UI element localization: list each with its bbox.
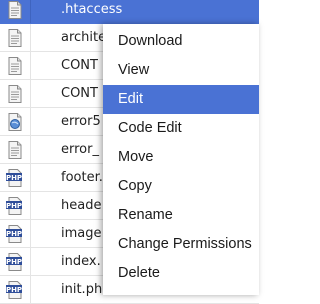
menu-item-change-permissions[interactable]: Change Permissions [103, 230, 259, 259]
menu-item-download[interactable]: Download [103, 27, 259, 56]
menu-item-move[interactable]: Move [103, 143, 259, 172]
menu-item-rename[interactable]: Rename [103, 201, 259, 230]
icon-cell: PHP [0, 276, 31, 303]
text-file-icon [8, 85, 22, 103]
php-file-icon: PHP [6, 197, 22, 215]
text-file-icon [8, 57, 22, 75]
icon-cell [0, 24, 31, 51]
file-name: archite [61, 30, 107, 45]
file-name: footer. [61, 170, 103, 185]
icon-cell [0, 0, 31, 23]
icon-cell: PHP [0, 192, 31, 219]
icon-cell [0, 108, 31, 135]
menu-item-edit[interactable]: Edit [103, 85, 259, 114]
file-name: .htaccess [61, 2, 123, 17]
file-name: error_ [61, 142, 99, 157]
file-name: CONT [61, 86, 98, 101]
icon-cell: PHP [0, 248, 31, 275]
php-file-icon: PHP [6, 225, 22, 243]
php-file-icon: PHP [6, 253, 22, 271]
menu-item-copy[interactable]: Copy [103, 172, 259, 201]
file-name: image [61, 226, 102, 241]
icon-cell [0, 52, 31, 79]
php-file-icon: PHP [6, 169, 22, 187]
file-row[interactable]: .htaccess [0, 0, 259, 24]
error-page-icon [8, 113, 22, 131]
php-badge-text: PHP [6, 230, 22, 238]
php-badge-text: PHP [6, 286, 22, 294]
context-menu: Download View Edit Code Edit Move Copy R… [103, 24, 259, 295]
file-name: index. [61, 254, 101, 269]
menu-item-code-edit[interactable]: Code Edit [103, 114, 259, 143]
menu-item-view[interactable]: View [103, 56, 259, 85]
icon-cell [0, 80, 31, 107]
icon-cell: PHP [0, 220, 31, 247]
icon-cell: PHP [0, 164, 31, 191]
php-file-icon: PHP [6, 281, 22, 299]
file-name: heade [61, 198, 102, 213]
php-badge-text: PHP [6, 202, 22, 210]
text-file-icon [8, 1, 22, 19]
php-badge-text: PHP [6, 174, 22, 182]
menu-item-delete[interactable]: Delete [103, 259, 259, 288]
text-file-icon [8, 141, 22, 159]
icon-cell [0, 136, 31, 163]
php-badge-text: PHP [6, 258, 22, 266]
file-name: init.ph [61, 282, 103, 297]
file-name: error5 [61, 114, 101, 129]
file-name: CONT [61, 58, 98, 73]
text-file-icon [8, 29, 22, 47]
